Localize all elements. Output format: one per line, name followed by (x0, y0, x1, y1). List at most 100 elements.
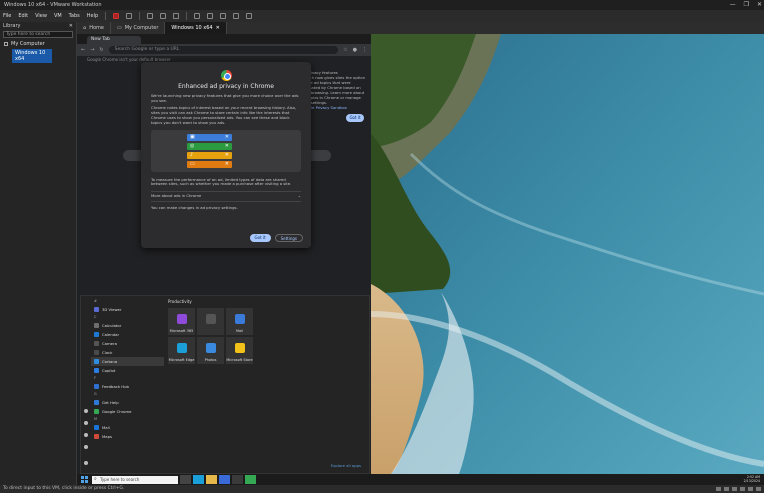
cd-drive-icon[interactable] (724, 487, 729, 491)
start-menu: #3D Viewer C Calculator Calendar Camera Clock… (80, 295, 370, 474)
window-title-bar: Windows 10 x64 - VMware Workstation — ❐ … (0, 0, 764, 10)
revert-snapshot-icon[interactable] (160, 13, 167, 19)
hard-disk-icon[interactable] (716, 487, 721, 491)
maximize-button[interactable]: ❐ (744, 1, 749, 8)
power-icon[interactable] (113, 13, 120, 19)
app-list-item[interactable]: Feedback Hub (91, 382, 164, 391)
menu-help[interactable]: Help (87, 13, 98, 19)
close-tab-icon[interactable]: ✕ (216, 22, 220, 34)
snapshot-icon[interactable] (147, 13, 154, 19)
pinned-tile[interactable]: Photos (197, 337, 224, 364)
task-view-icon[interactable] (180, 475, 191, 484)
app-list-item[interactable]: Cortana (91, 357, 164, 366)
app-list-item[interactable]: Google Chrome (91, 407, 164, 416)
forward-icon[interactable]: → (90, 47, 94, 53)
full-screen-icon[interactable] (220, 13, 227, 19)
app-list-item[interactable]: Maps (91, 432, 164, 441)
app-label: Google Chrome (102, 409, 132, 414)
back-icon[interactable]: ← (81, 47, 85, 53)
remove-icon: ✕ (224, 160, 229, 167)
mail-taskbar-icon[interactable] (232, 475, 243, 484)
chrome-tab-new-tab[interactable]: New Tab (87, 36, 141, 44)
tab-my-computer[interactable]: ▭ My Computer (111, 22, 166, 34)
profile-icon[interactable]: ● (353, 47, 357, 53)
usb-icon[interactable] (740, 487, 745, 491)
app-list-letter-header[interactable]: # (91, 298, 164, 305)
app-list-letter-header[interactable]: C (91, 314, 164, 321)
menu-vm[interactable]: VM (54, 13, 62, 19)
topic-icon: ▣ (190, 133, 195, 140)
library-header: Library ✕ (0, 22, 76, 30)
menu-tabs[interactable]: Tabs (69, 13, 80, 19)
tile-icon (205, 314, 216, 324)
app-list-item[interactable]: Mail (91, 423, 164, 432)
chrome-menu-icon[interactable]: ⋮ (362, 47, 367, 53)
display-icon[interactable] (756, 487, 761, 491)
snapshot-manager-icon[interactable] (173, 13, 180, 19)
app-list-item[interactable]: Copilot (91, 366, 164, 375)
app-label: Calculator (102, 323, 122, 328)
pictures-icon[interactable] (84, 433, 88, 437)
settings-button[interactable]: Settings (274, 234, 303, 242)
app-list-item[interactable]: Calendar (91, 330, 164, 339)
app-list-item[interactable]: Calculator (91, 321, 164, 330)
more-about-ads-expander[interactable]: More about ads in Chrome ⌄ (151, 191, 301, 202)
got-it-button[interactable]: Got it (249, 234, 271, 242)
app-list-letter-header[interactable]: F (91, 375, 164, 382)
sound-card-icon[interactable] (748, 487, 753, 491)
app-list-letter-header[interactable]: G (91, 391, 164, 398)
pinned-tile[interactable]: Mail (226, 308, 253, 335)
library-toggle-icon[interactable] (194, 13, 201, 19)
library-search-input[interactable]: Type here to search (3, 31, 73, 38)
app-list-item[interactable]: Get Help (91, 398, 164, 407)
reload-icon[interactable]: ↻ (99, 47, 103, 53)
menu-file[interactable]: File (3, 13, 11, 19)
app-list-item[interactable]: 3D Viewer (91, 305, 164, 314)
guest-screen[interactable]: New Tab ← → ↻ Search Google or type a UR… (77, 34, 764, 485)
chrome-taskbar-icon[interactable] (245, 475, 256, 484)
tile-label: Microsoft Store (226, 358, 253, 362)
system-tray-clock[interactable]: 2:52 AM 2/13/2024 (744, 475, 760, 483)
menu-edit[interactable]: Edit (18, 13, 28, 19)
file-explorer-taskbar-icon[interactable] (206, 475, 217, 484)
app-list-letter-header[interactable]: M (91, 416, 164, 423)
store-taskbar-icon[interactable] (219, 475, 230, 484)
library-close-icon[interactable]: ✕ (69, 23, 73, 29)
app-icon (94, 332, 99, 337)
tab-home[interactable]: ⌂ Home (77, 22, 111, 34)
tab-windows-10[interactable]: Windows 10 x64 ✕ (165, 22, 227, 34)
dialog-paragraph-1: We're launching new privacy features tha… (151, 92, 299, 103)
pinned-tile[interactable]: Microsoft Edge (168, 337, 195, 364)
tree-item-windows-10[interactable]: Windows 10 x64 (12, 49, 52, 63)
explore-all-apps-link[interactable]: Explore all apps (331, 463, 361, 468)
side-notice-got-it-button[interactable]: Got it (346, 114, 364, 122)
tree-item-my-computer[interactable]: My Computer (0, 39, 76, 49)
menu-view[interactable]: View (35, 13, 47, 19)
thumbnail-bar-icon[interactable] (207, 13, 214, 19)
app-list: #3D Viewer C Calculator Calendar Camera Clock… (91, 298, 164, 473)
taskbar: Type here to search 2:52 AM 2/13/2024 (77, 474, 764, 485)
omnibox-input[interactable]: Search Google or type a URL (108, 46, 339, 54)
send-ctrl-alt-del-icon[interactable] (126, 13, 133, 19)
bookmark-star-icon[interactable]: ☆ (343, 47, 347, 53)
topic-chip: ▭ ✕ (187, 160, 232, 168)
minimize-button[interactable]: — (730, 1, 736, 8)
close-button[interactable]: ✕ (757, 1, 762, 8)
pinned-tile[interactable]: Microsoft Store (226, 337, 253, 364)
unity-icon[interactable] (233, 13, 240, 19)
app-list-item[interactable]: Camera (91, 339, 164, 348)
network-adapter-icon[interactable] (732, 487, 737, 491)
taskbar-search-input[interactable]: Type here to search (92, 475, 178, 484)
settings-icon[interactable] (84, 445, 88, 449)
app-list-item[interactable]: Clock (91, 348, 164, 357)
topic-icon: ▭ (190, 160, 195, 167)
console-view-icon[interactable] (246, 13, 253, 19)
pinned-tile[interactable]: Microsoft 365 (168, 308, 195, 335)
pinned-tile[interactable] (197, 308, 224, 335)
user-account-icon[interactable] (84, 409, 88, 413)
windows-start-icon[interactable] (80, 475, 89, 484)
tile-label: Mail (235, 329, 244, 333)
documents-icon[interactable] (84, 421, 88, 425)
power-icon[interactable] (84, 461, 88, 465)
edge-taskbar-icon[interactable] (193, 475, 204, 484)
